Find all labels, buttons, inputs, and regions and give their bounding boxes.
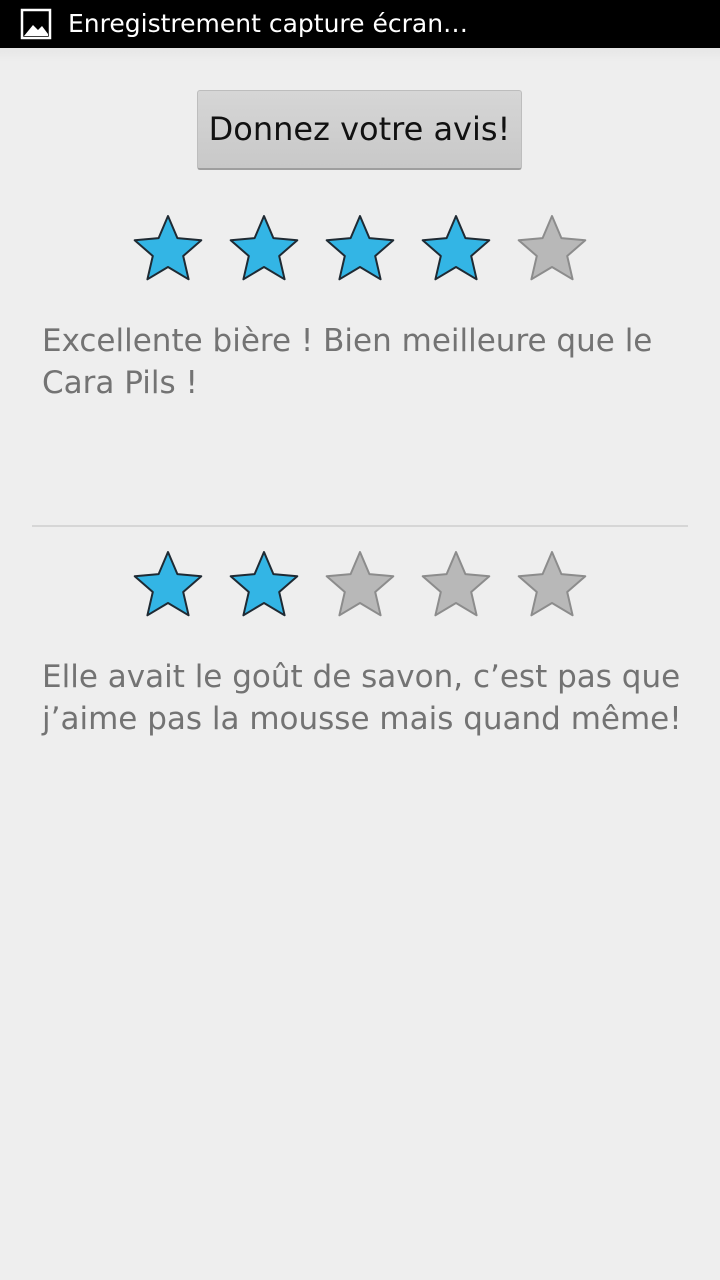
review-text: Elle avait le goût de savon, c’est pas q… <box>42 659 682 737</box>
give-review-button[interactable]: Donnez votre avis! <box>197 90 522 170</box>
star-empty-icon <box>512 547 592 627</box>
star-filled-icon <box>128 547 208 627</box>
star-empty-icon <box>320 547 400 627</box>
star-filled-icon <box>320 211 400 291</box>
rating-bar <box>128 211 592 291</box>
star-empty-icon <box>512 211 592 291</box>
star-empty-icon <box>416 547 496 627</box>
status-bar: Enregistrement capture écran… <box>0 0 720 48</box>
notification-text: Enregistrement capture écran… <box>68 9 469 38</box>
main-content: Donnez votre avis! Excellente bière ! Bi… <box>0 48 720 1280</box>
star-filled-icon <box>128 211 208 291</box>
gallery-icon <box>20 8 52 40</box>
review-text: Excellente bière ! Bien meilleure que le… <box>42 323 653 401</box>
divider <box>32 525 688 527</box>
star-filled-icon <box>224 211 304 291</box>
star-filled-icon <box>224 547 304 627</box>
star-filled-icon <box>416 211 496 291</box>
rating-bar <box>128 547 592 627</box>
